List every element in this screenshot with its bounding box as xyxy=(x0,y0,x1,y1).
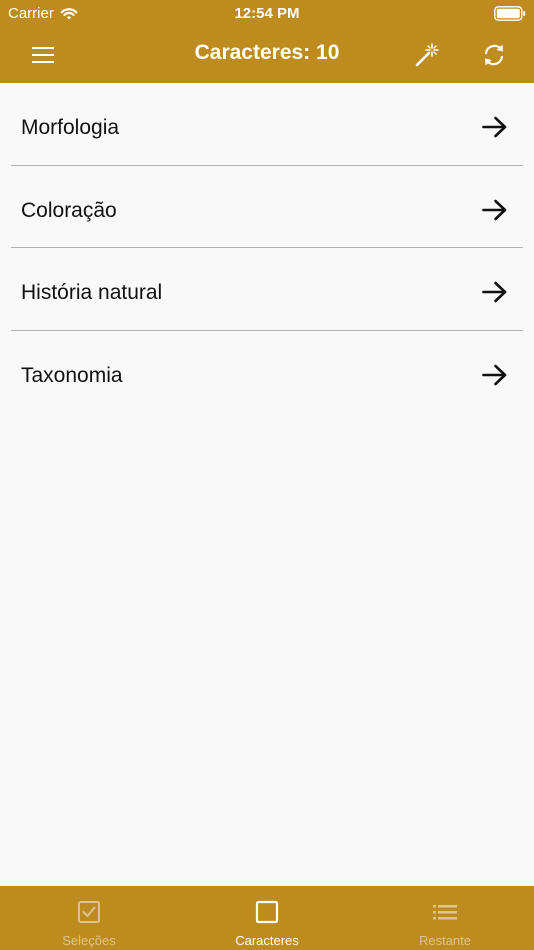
refresh-icon xyxy=(484,44,504,66)
list-item-historia-natural[interactable]: História natural xyxy=(0,248,534,331)
character-category-list: Morfologia Coloração História natural Ta… xyxy=(0,83,534,413)
arrow-right-icon xyxy=(482,281,507,303)
status-bar: Carrier 12:54 PM xyxy=(0,0,534,28)
page-title: Caracteres: 10 xyxy=(194,41,340,64)
tab-label: Caracteres xyxy=(235,933,299,948)
list-item-coloracao[interactable]: Coloração xyxy=(0,166,534,248)
list-item-morfologia[interactable]: Morfologia xyxy=(0,83,534,166)
list-item-label: História natural xyxy=(21,281,163,304)
arrow-right-icon xyxy=(482,364,507,385)
list-icon xyxy=(433,905,457,920)
magic-wand-icon xyxy=(415,43,439,67)
list-item-taxonomia[interactable]: Taxonomia xyxy=(0,331,534,414)
arrow-right-icon xyxy=(482,116,507,138)
arrow-right-icon xyxy=(482,199,507,220)
tab-label: Restante xyxy=(418,933,472,948)
tab-caracteres[interactable]: Caracteres xyxy=(178,886,356,950)
tab-selecoes[interactable]: Seleções xyxy=(0,886,178,950)
tab-bar: Seleções Caracteres Restante xyxy=(0,886,534,950)
tab-label: Seleções xyxy=(62,933,116,948)
tab-restante[interactable]: Restante xyxy=(356,886,534,950)
list-item-label: Taxonomia xyxy=(21,363,123,387)
clock: 12:54 PM xyxy=(234,5,300,22)
list-item-label: Coloração xyxy=(21,198,117,222)
list-item-label: Morfologia xyxy=(21,116,120,139)
magic-wand-button[interactable] xyxy=(409,38,445,72)
navigation-bar: Caracteres: 10 xyxy=(0,28,534,83)
checkbox-checked-icon xyxy=(78,901,100,923)
battery-icon xyxy=(494,6,526,21)
refresh-button[interactable] xyxy=(476,38,512,72)
square-icon xyxy=(255,900,279,924)
